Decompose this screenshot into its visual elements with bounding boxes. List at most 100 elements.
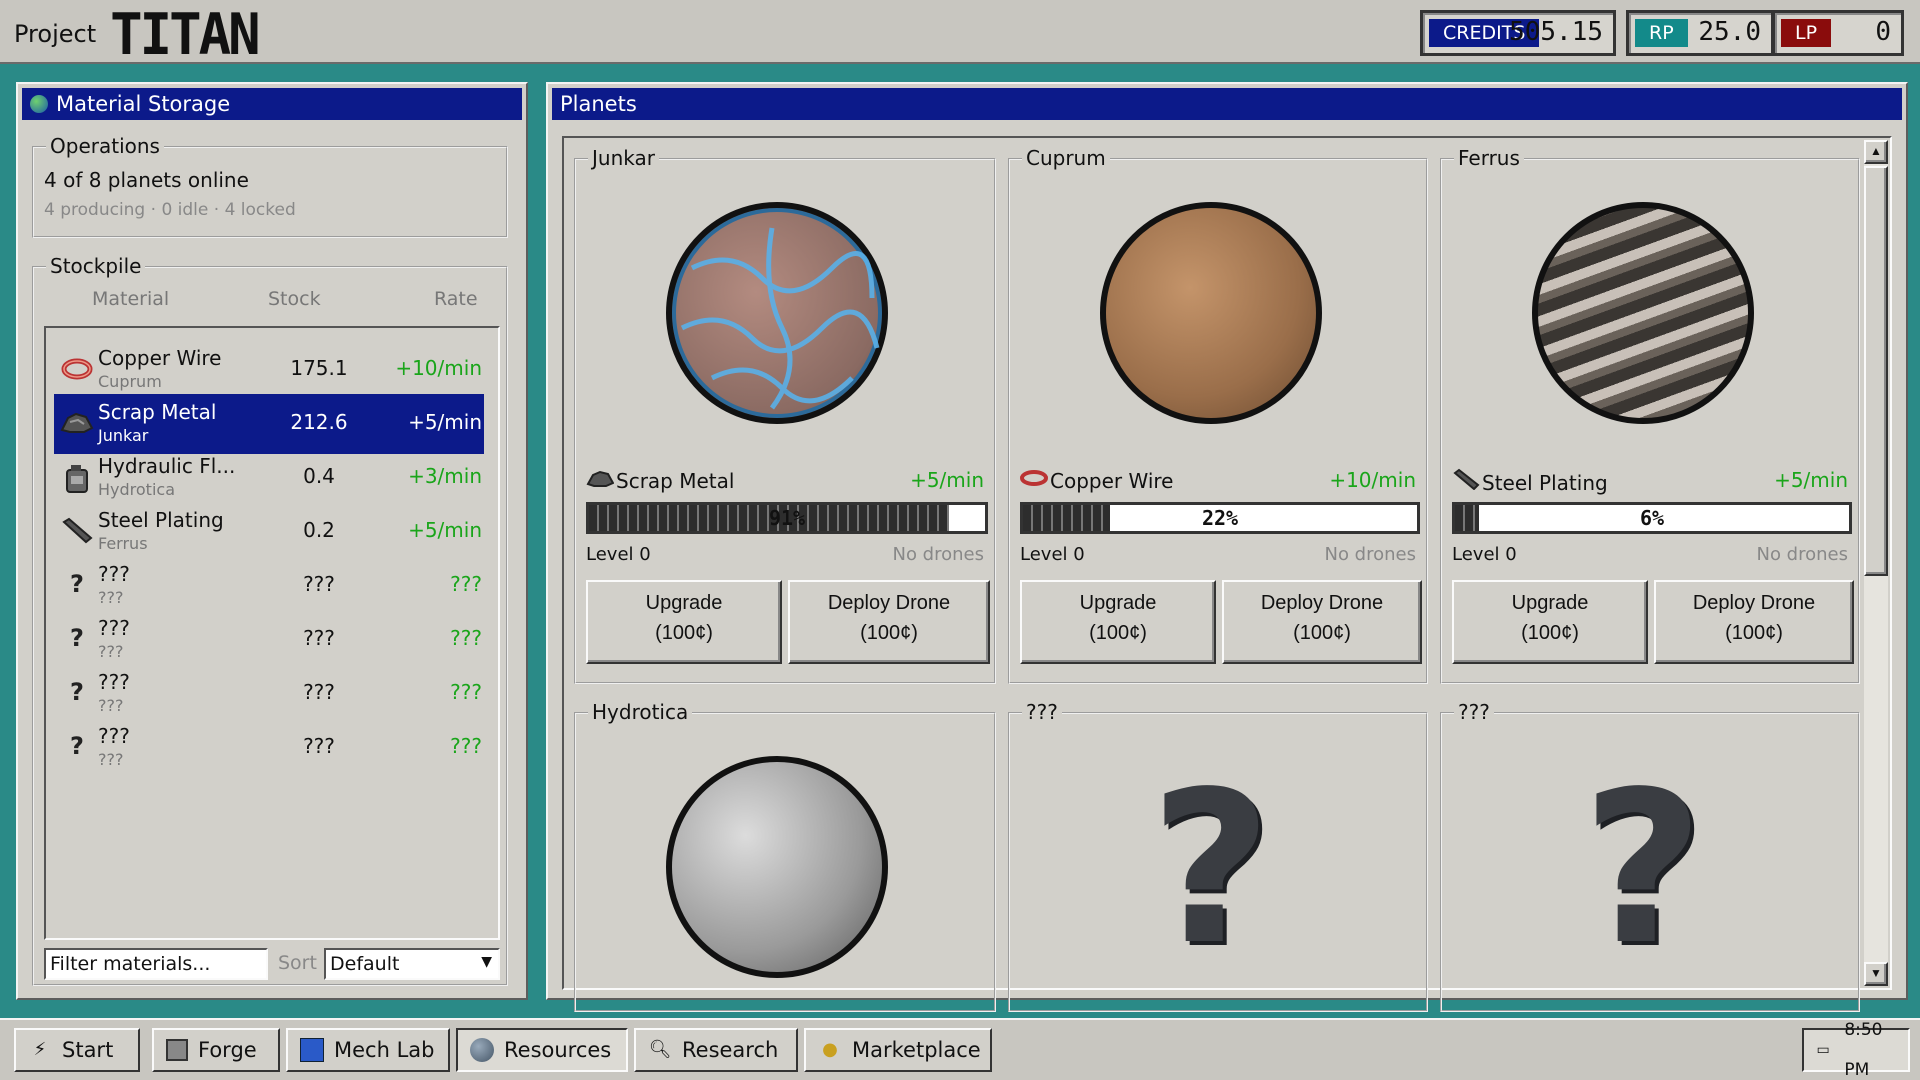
planet-level: Level 0 [586, 544, 651, 565]
column-header-material[interactable]: Material [92, 288, 169, 310]
scrap-metal-icon [586, 468, 616, 493]
column-header-stock[interactable]: Stock [268, 288, 321, 310]
taskbar-label: Forge [198, 1038, 257, 1062]
material-stock: 175.1 [290, 356, 348, 380]
globe-icon [30, 95, 48, 113]
taskbar-research[interactable]: 🔍︎ Research [634, 1028, 798, 1072]
planet-material: Copper Wire [1020, 468, 1350, 493]
material-name: ??? [98, 670, 130, 694]
planet-name: Hydrotica [588, 700, 693, 724]
upgrade-button[interactable]: Upgrade (100¢) [586, 580, 782, 664]
planet-ferrus-image [1532, 202, 1754, 424]
operations-summary: 4 of 8 planets online [44, 168, 249, 192]
stockpile-label: Stockpile [46, 254, 146, 278]
planet-material: Scrap Metal [586, 468, 916, 493]
scroll-down-button[interactable]: ▼ [1864, 962, 1888, 986]
planet-material: Steel Plating [1452, 468, 1782, 495]
progress-label: 91% [768, 506, 806, 530]
material-source: ??? [98, 696, 124, 715]
lp-value: 0 [1875, 17, 1891, 47]
material-row-steel-plating[interactable]: Steel Plating Ferrus 0.2 +5/min [54, 502, 484, 562]
planet-junkar-image [666, 202, 888, 424]
material-row-locked[interactable]: ? ??? ??? ??? ??? [54, 718, 484, 778]
planet-progress-bar: 22% [1020, 502, 1420, 534]
taskbar-marketplace[interactable]: ● Marketplace [804, 1028, 992, 1072]
material-stock: 0.4 [303, 464, 335, 488]
sort-value: Default [330, 953, 400, 975]
taskbar-mech-lab[interactable]: Mech Lab [286, 1028, 450, 1072]
planet-level: Level 0 [1020, 544, 1085, 565]
material-row-locked[interactable]: ? ??? ??? ??? ??? [54, 664, 484, 724]
project-label: Project [14, 20, 97, 48]
column-header-rate[interactable]: Rate [434, 288, 478, 310]
hydraulic-fluid-icon [60, 462, 94, 494]
taskbar-forge[interactable]: Forge [152, 1028, 280, 1072]
stockpile-group: Stockpile Material Stock Rate Copper Wir… [32, 254, 508, 986]
planet-rate: +5/min [1774, 468, 1848, 492]
taskbar-label: Research [682, 1038, 779, 1062]
deploy-drone-button[interactable]: Deploy Drone (100¢) [788, 580, 990, 664]
start-button[interactable]: ⚡ Start [14, 1028, 140, 1072]
filter-materials-input[interactable]: Filter materials... [44, 948, 268, 980]
planets-titlebar[interactable]: Planets [552, 88, 1902, 120]
planet-name: Junkar [588, 146, 659, 170]
material-rate: ??? [450, 626, 482, 650]
planet-progress-bar: 91% [586, 502, 988, 534]
sort-label: Sort [278, 952, 317, 974]
material-row-locked[interactable]: ? ??? ??? ??? ??? [54, 556, 484, 616]
upgrade-cost: (100¢) [655, 622, 713, 644]
material-storage-title: Material Storage [56, 92, 231, 116]
deploy-label: Deploy Drone [1692, 592, 1816, 614]
deploy-drone-button[interactable]: Deploy Drone (100¢) [1222, 580, 1422, 664]
material-storage-titlebar[interactable]: Material Storage [22, 88, 522, 120]
taskbar-resources[interactable]: Resources [456, 1028, 628, 1072]
material-source: ??? [98, 642, 124, 661]
material-row-hydraulic-fluid[interactable]: Hydraulic Fl... Hydrotica 0.4 +3/min [54, 448, 484, 508]
deploy-cost: (100¢) [1725, 622, 1783, 644]
app-brand: Project TITAN [14, 1, 261, 67]
scrap-metal-icon [60, 408, 94, 440]
copper-wire-icon [1020, 468, 1050, 493]
material-rate: +5/min [408, 518, 482, 542]
arrow-up-icon: ▲ [1870, 144, 1882, 158]
sort-select[interactable]: Default ▼ [324, 948, 500, 980]
upgrade-label: Upgrade [1511, 592, 1589, 614]
scroll-up-button[interactable]: ▲ [1864, 140, 1888, 164]
blueprint-icon [300, 1038, 324, 1062]
material-stock: ??? [303, 626, 335, 650]
planet-name: Ferrus [1454, 146, 1524, 170]
material-list[interactable]: Copper Wire Cuprum 175.1 +10/min Scrap M… [44, 326, 500, 940]
material-name: Scrap Metal [98, 400, 217, 424]
material-stock: ??? [303, 572, 335, 596]
scroll-thumb[interactable] [1864, 166, 1888, 576]
credits-value: 505.15 [1509, 17, 1603, 47]
material-row-locked[interactable]: ? ??? ??? ??? ??? [54, 610, 484, 670]
material-name: Steel Plating [98, 508, 224, 532]
material-name: Copper Wire [98, 346, 222, 370]
unknown-icon: ? [70, 624, 84, 652]
upgrade-cost: (100¢) [1089, 622, 1147, 644]
upgrade-button[interactable]: Upgrade (100¢) [1452, 580, 1648, 664]
material-rate: ??? [450, 572, 482, 596]
lp-tag: LP [1781, 19, 1832, 47]
material-row-scrap-metal[interactable]: Scrap Metal Junkar 212.6 +5/min [54, 394, 484, 454]
planets-scrollbar[interactable]: ▲ ▼ [1864, 140, 1888, 986]
planet-card-hydrotica: Hydrotica [574, 700, 996, 1012]
arrow-down-icon: ▼ [1870, 966, 1882, 980]
upgrade-label: Upgrade [645, 592, 723, 614]
material-name: Hydraulic Fl... [98, 454, 236, 478]
progress-label: 6% [1639, 506, 1665, 530]
locked-question-icon: ? [1582, 746, 1704, 991]
progress-label: 22% [1201, 506, 1239, 530]
planet-hydrotica-image [666, 756, 888, 978]
planet-drones: No drones [892, 544, 984, 565]
planet-rate: +5/min [910, 468, 984, 492]
lp-display: LP 0 [1772, 10, 1904, 56]
material-row-copper-wire[interactable]: Copper Wire Cuprum 175.1 +10/min [54, 340, 484, 400]
material-stock: ??? [303, 734, 335, 758]
upgrade-button[interactable]: Upgrade (100¢) [1020, 580, 1216, 664]
chip-icon [166, 1039, 188, 1061]
planet-card-cuprum: Cuprum Copper Wire +10/min 22% Level 0 N… [1008, 146, 1428, 684]
deploy-drone-button[interactable]: Deploy Drone (100¢) [1654, 580, 1854, 664]
planet-card-ferrus: Ferrus Steel Plating +5/min 6% Level 0 N… [1440, 146, 1860, 684]
